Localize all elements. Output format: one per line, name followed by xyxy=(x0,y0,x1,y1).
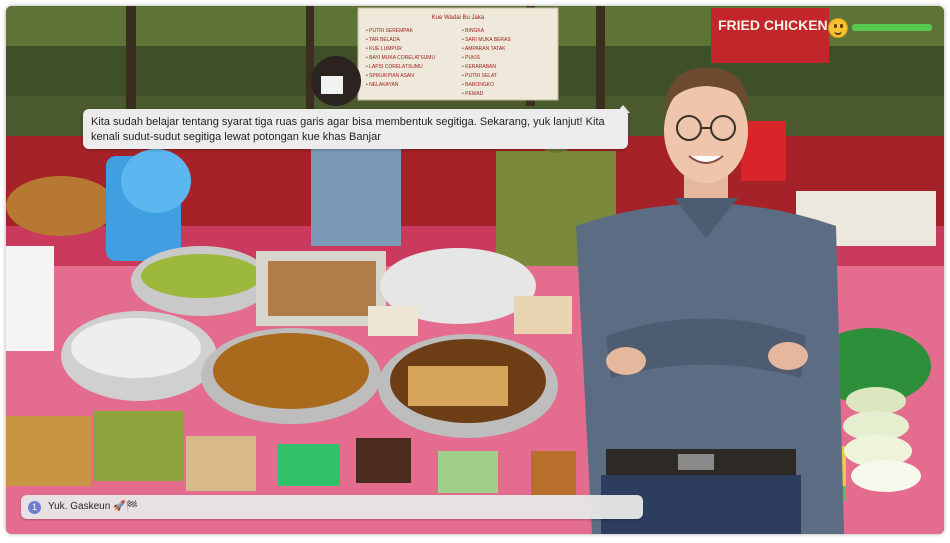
menu-sign-item: • BINGKA xyxy=(462,28,485,34)
menu-sign-item: • KERARABAN xyxy=(462,64,496,70)
menu-sign-item: • NELAKAYAN xyxy=(366,82,399,88)
menu-sign-item: • LAPIS CORELATSUMU xyxy=(366,64,423,70)
choice-number-badge: 1 xyxy=(28,501,41,514)
menu-sign-item: • BARONGKO xyxy=(462,82,494,88)
fried-snack-pile xyxy=(6,176,116,236)
choice-button-1[interactable]: 1 Yuk. Gaskeun 🚀🏁 xyxy=(21,495,643,519)
menu-sign-title: Kue Wadai Bu Jaka xyxy=(432,15,485,21)
menu-sign-item: • TAR BELADA xyxy=(366,37,400,43)
menu-sign-item: • BAYI MUKA CORELATSUMU xyxy=(366,55,435,61)
happy-face-icon xyxy=(828,18,848,38)
fried-chicken-sign: FRIED CHICKEN xyxy=(711,8,829,63)
tree-trunk xyxy=(306,6,314,116)
game-frame: Kue Wadai Bu Jaka • PUTRI SEREMPAK • TAR … xyxy=(6,6,944,534)
menu-sign-item: • PUTRI SEREMPAK xyxy=(366,28,414,34)
menu-sign-item: • SARI MUKA BERAS xyxy=(462,37,511,43)
dialog-bubble: Kita sudah belajar tentang syarat tiga r… xyxy=(83,109,628,149)
market-scene: Kue Wadai Bu Jaka • PUTRI SEREMPAK • TAR … xyxy=(6,6,944,534)
svg-text:FRIED CHICKEN: FRIED CHICKEN xyxy=(718,17,828,33)
menu-sign-item: • KUE LUMPUR xyxy=(366,46,402,52)
progress-bar-fill xyxy=(852,24,932,31)
progress-bar xyxy=(852,24,932,31)
kue-slice xyxy=(368,306,418,336)
dialog-text: Kita sudah belajar tentang syarat tiga r… xyxy=(91,116,605,143)
tree-trunk xyxy=(596,6,605,116)
choice-label: Yuk. Gaskeun 🚀🏁 xyxy=(48,501,138,512)
menu-sign-item: • PUTRI SELAT xyxy=(462,73,497,79)
menu-sign-item: • PEWAD xyxy=(462,91,484,97)
stall-menu-sign: Kue Wadai Bu Jaka • PUTRI SEREMPAK • TAR … xyxy=(357,7,559,101)
menu-sign-item: • SPIKUKPIAN ASAN xyxy=(366,73,414,79)
kue-slice xyxy=(514,296,572,334)
menu-sign-item: • PUKIS xyxy=(462,55,481,61)
menu-sign-item: • AMPARAN TATAK xyxy=(462,46,506,52)
mood-meter xyxy=(828,18,932,38)
white-container xyxy=(6,246,54,351)
